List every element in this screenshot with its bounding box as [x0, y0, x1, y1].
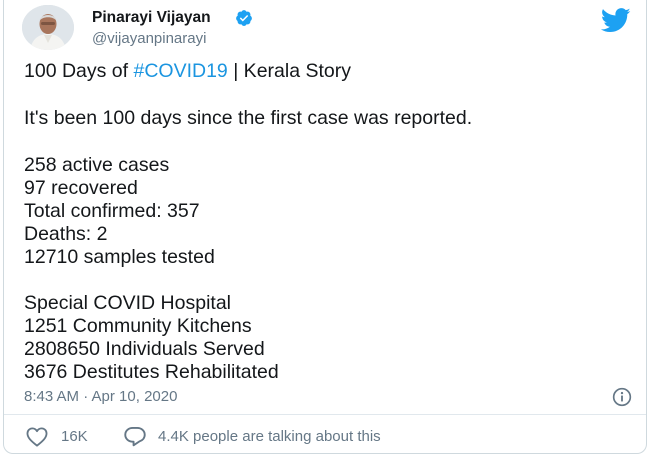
stat-line: Total confirmed: 357: [24, 200, 200, 222]
author-name[interactable]: Pinarayi Vijayan: [92, 9, 211, 27]
heart-icon[interactable]: [26, 427, 48, 447]
tweet-timestamp[interactable]: 8:43 AM · Apr 10, 2020: [24, 388, 177, 405]
author-handle[interactable]: @vijayanpinarayi: [92, 30, 206, 47]
stat-line: 258 active cases: [24, 154, 170, 176]
tweet-text: 100 Days of #COVID19 | Kerala Story It's…: [24, 60, 634, 384]
fact-line: 1251 Community Kitchens: [24, 315, 252, 337]
speech-bubble-icon[interactable]: [123, 426, 147, 447]
stat-line: Deaths: 2: [24, 223, 108, 245]
info-icon[interactable]: [612, 387, 632, 407]
divider: [4, 414, 646, 415]
fact-line: Special COVID Hospital: [24, 292, 231, 314]
hashtag-link[interactable]: #COVID19: [133, 60, 227, 82]
intro-line: It's been 100 days since the first case …: [24, 107, 473, 129]
fact-line: 3676 Destitutes Rehabilitated: [24, 361, 279, 383]
fact-line: 2808650 Individuals Served: [24, 338, 265, 360]
stat-line: 97 recovered: [24, 177, 138, 199]
avatar[interactable]: [22, 5, 74, 50]
twitter-bird-icon[interactable]: [601, 8, 631, 33]
like-count[interactable]: 16K: [61, 428, 88, 445]
title-suffix: | Kerala Story: [227, 60, 351, 82]
talking-about-link[interactable]: 4.4K people are talking about this: [158, 428, 381, 445]
verified-badge-icon: [236, 10, 252, 26]
tweet-card: Pinarayi Vijayan @vijayanpinarayi 100 Da…: [3, 0, 647, 454]
tweet-title-line: 100 Days of #COVID19 | Kerala Story: [24, 60, 634, 83]
title-prefix: 100 Days of: [24, 60, 134, 82]
stat-line: 12710 samples tested: [24, 246, 215, 268]
